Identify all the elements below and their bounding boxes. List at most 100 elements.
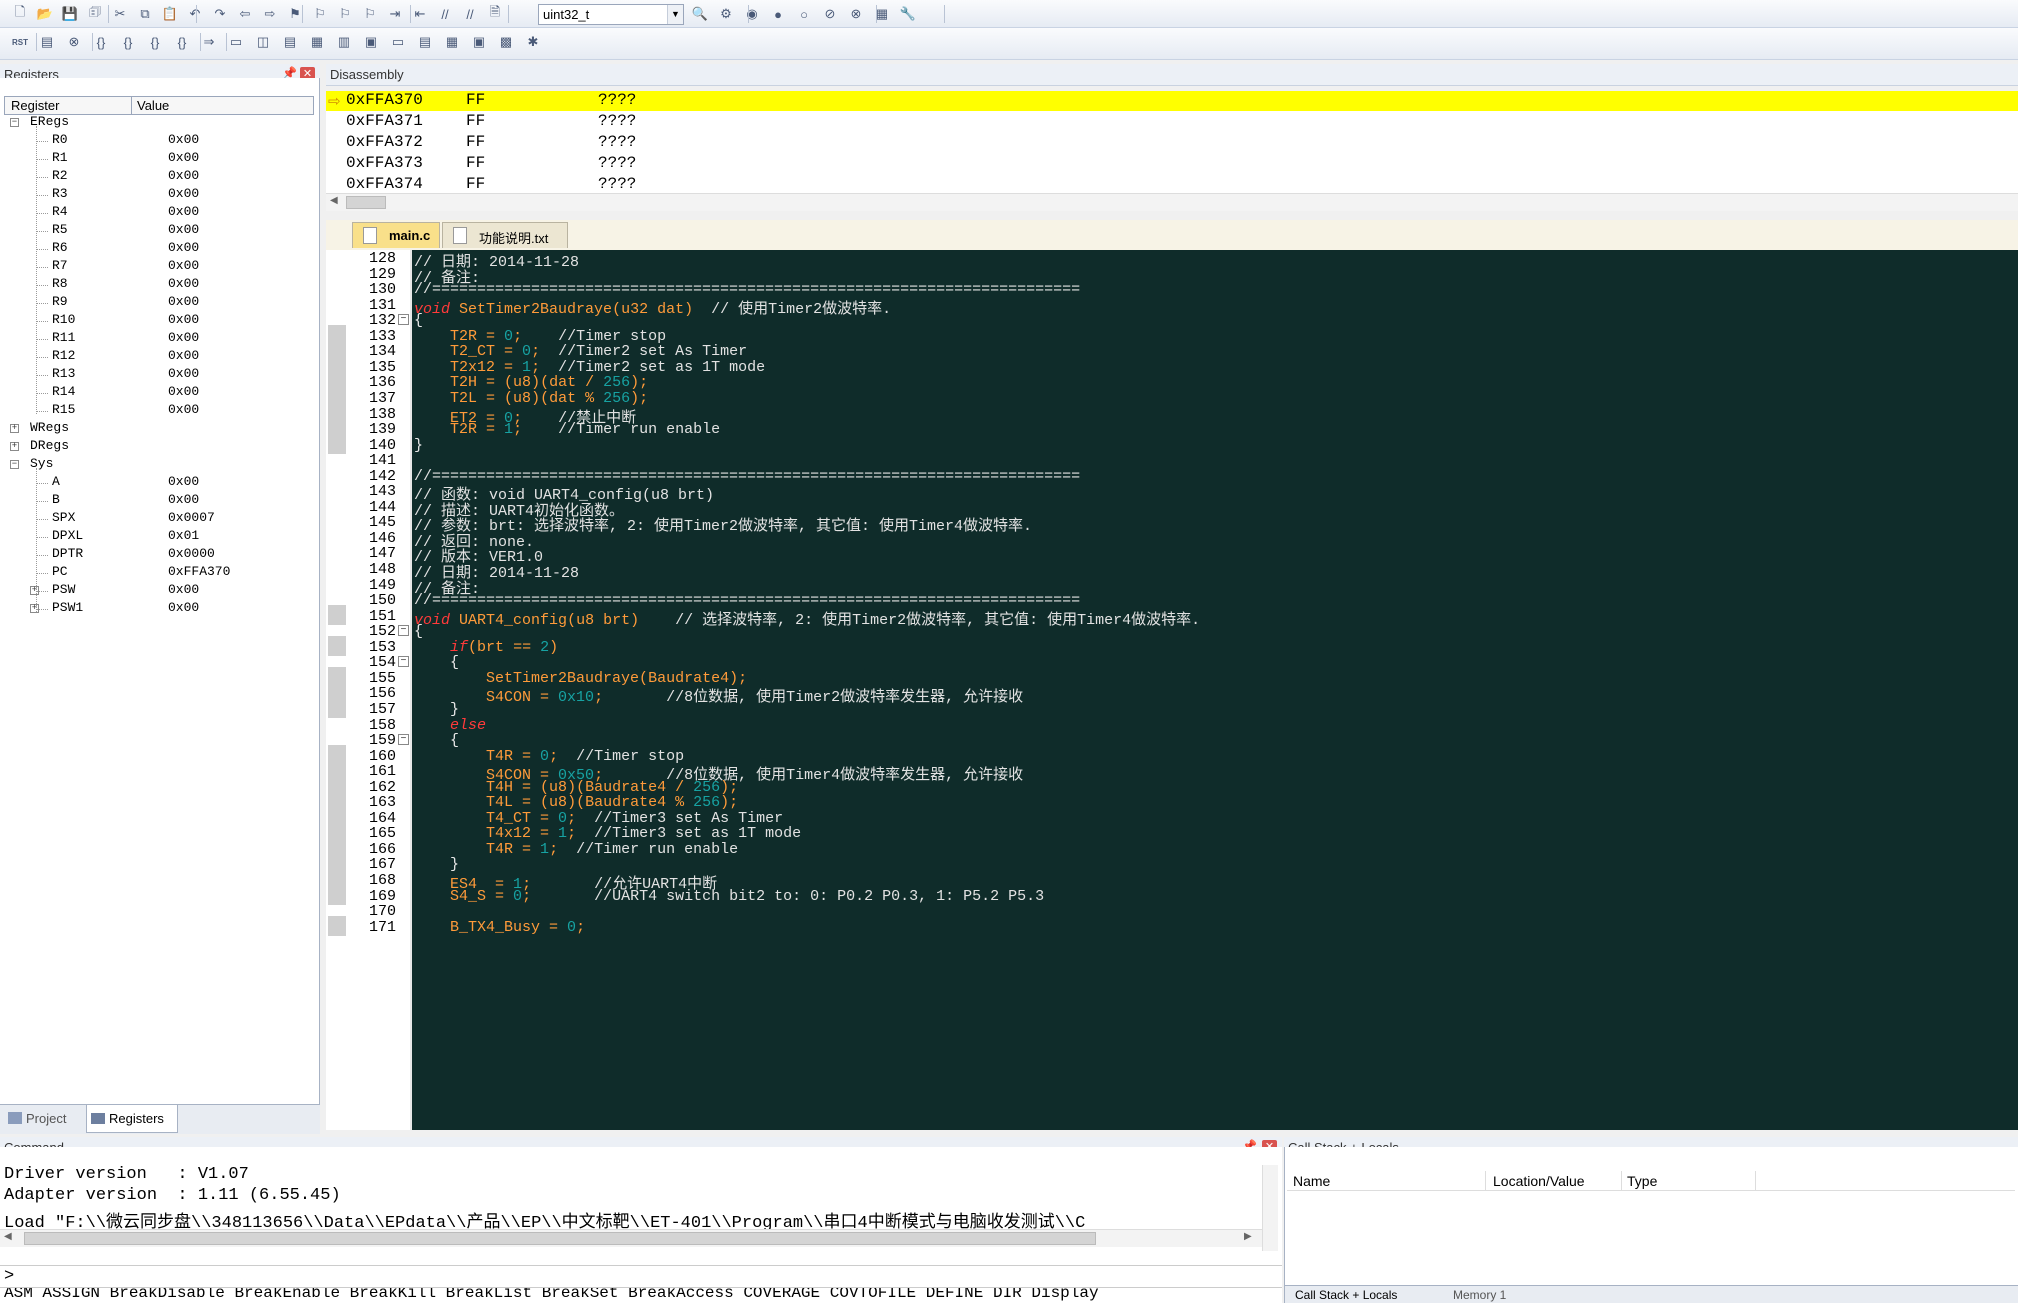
stop-icon[interactable]: ⊗ <box>64 32 84 52</box>
register-value[interactable]: 0x0007 <box>168 510 215 525</box>
breakpoint-kill-all-icon[interactable]: ⊗ <box>846 4 866 24</box>
breakpoint-icon[interactable]: ● <box>768 4 788 24</box>
breakpoint-margin[interactable] <box>328 635 346 656</box>
col-type[interactable]: Type <box>1627 1173 1657 1189</box>
tab-memory[interactable]: Memory 1 <box>1453 1288 1506 1302</box>
scroll-left-icon[interactable]: ◀ <box>330 195 338 206</box>
register-value[interactable]: 0x00 <box>168 312 199 327</box>
register-row[interactable]: R7 0x00 <box>0 258 316 276</box>
register-row[interactable]: R0 0x00 <box>0 132 316 150</box>
register-value[interactable]: 0x00 <box>168 582 199 597</box>
callstack-window[interactable]: Name Location/Value Type Call Stack + Lo… <box>1284 1147 2018 1303</box>
command-input[interactable]: > <box>0 1265 1282 1287</box>
register-row[interactable]: R15 0x00 <box>0 402 316 420</box>
command-hscrollbar[interactable]: ◀ ▶ <box>0 1229 1262 1247</box>
step-out-icon[interactable]: {} <box>145 32 165 52</box>
disassembly-view[interactable]: ⇨ 0xFFA370 FF???? 0xFFA371 FF???? 0xFFA372 FF… <box>326 91 2018 197</box>
register-row[interactable]: A 0x00 <box>0 474 316 492</box>
show-next-statement-icon[interactable]: ⇒ <box>199 32 219 52</box>
paste-icon[interactable]: 📋 <box>160 4 180 24</box>
forward-icon[interactable]: ⇨ <box>260 4 280 24</box>
register-value[interactable]: 0x00 <box>168 150 199 165</box>
register-row[interactable]: + PSW1 0x00 <box>0 600 316 618</box>
register-value[interactable]: 0x00 <box>168 600 199 615</box>
disassembly-row[interactable]: 0xFFA372 FF???? <box>346 133 2018 153</box>
reset-icon[interactable]: RST <box>10 32 30 52</box>
uncomment-icon[interactable]: // <box>460 4 480 24</box>
register-value[interactable]: 0x00 <box>168 204 199 219</box>
serial-windows-icon[interactable]: ▤ <box>415 32 435 52</box>
find-icon[interactable]: 🔍 <box>690 4 710 24</box>
register-row[interactable]: + PSW 0x00 <box>0 582 316 600</box>
find-in-files-icon[interactable]: 🗎 <box>485 4 505 24</box>
register-value[interactable]: 0x00 <box>168 384 199 399</box>
register-row[interactable]: R1 0x00 <box>0 150 316 168</box>
register-value[interactable]: 0x00 <box>168 402 199 417</box>
register-row[interactable]: R11 0x00 <box>0 330 316 348</box>
chevron-down-icon[interactable]: ▼ <box>667 5 683 24</box>
register-row[interactable]: R4 0x00 <box>0 204 316 222</box>
windows-icon[interactable]: ▦ <box>872 4 892 24</box>
collapse-icon[interactable]: − <box>398 625 409 637</box>
collapse-icon[interactable]: − <box>10 460 19 469</box>
register-value[interactable]: 0x00 <box>168 132 199 147</box>
col-register[interactable]: Register <box>11 98 59 113</box>
undo-icon[interactable]: ↶ <box>185 4 205 24</box>
register-value[interactable]: 0x00 <box>168 276 199 291</box>
bookmark-next-icon[interactable]: ⚐ <box>335 4 355 24</box>
register-value[interactable]: 0x00 <box>168 492 199 507</box>
disassembly-row[interactable]: 0xFFA370 FF???? <box>346 91 2018 111</box>
col-name[interactable]: Name <box>1293 1173 1330 1189</box>
save-icon[interactable]: 💾 <box>60 4 80 24</box>
tab-main-c[interactable]: main.c <box>352 222 440 248</box>
disassembly-row[interactable]: 0xFFA373 FF???? <box>346 154 2018 174</box>
redo-icon[interactable]: ↷ <box>210 4 230 24</box>
expand-icon[interactable]: + <box>10 424 19 433</box>
register-value[interactable]: 0x00 <box>168 258 199 273</box>
start-debug-icon[interactable]: ◉ <box>742 4 762 24</box>
register-row[interactable]: DPTR 0x0000 <box>0 546 316 564</box>
register-value[interactable]: 0x00 <box>168 168 199 183</box>
disassembly-row[interactable]: 0xFFA374 FF???? <box>346 175 2018 195</box>
register-value[interactable]: 0x00 <box>168 222 199 237</box>
new-file-icon[interactable]: 🗋 <box>10 4 30 24</box>
register-row[interactable]: R3 0x00 <box>0 186 316 204</box>
disassembly-row[interactable]: 0xFFA371 FF???? <box>346 112 2018 132</box>
breakpoint-margin[interactable] <box>328 697 346 718</box>
unindent-icon[interactable]: ⇤ <box>410 4 430 24</box>
symbols-window-icon[interactable]: ▤ <box>280 32 300 52</box>
breakpoint-margin[interactable] <box>328 884 346 905</box>
run-icon[interactable]: ▤ <box>37 32 57 52</box>
comment-icon[interactable]: // <box>435 4 455 24</box>
watch-windows-icon[interactable]: ▣ <box>361 32 381 52</box>
breakpoint-disable-icon[interactable]: ○ <box>794 4 814 24</box>
indent-icon[interactable]: ⇥ <box>385 4 405 24</box>
run-to-cursor-icon[interactable]: {} <box>172 32 192 52</box>
analysis-windows-icon[interactable]: ▦ <box>442 32 462 52</box>
tab-function-description[interactable]: 功能说明.txt <box>442 222 568 248</box>
step-over-icon[interactable]: {} <box>118 32 138 52</box>
back-icon[interactable]: ⇦ <box>235 4 255 24</box>
collapse-icon[interactable]: − <box>398 314 409 326</box>
call-stack-window-icon[interactable]: ▥ <box>334 32 354 52</box>
debug-settings-icon[interactable]: ⚙ <box>716 4 736 24</box>
register-row[interactable]: B 0x00 <box>0 492 316 510</box>
toolbox-icon[interactable]: ✱ <box>523 32 543 52</box>
register-value[interactable]: 0x00 <box>168 330 199 345</box>
hscroll-thumb[interactable] <box>24 1232 1096 1245</box>
bookmark-clear-icon[interactable]: ⚐ <box>360 4 380 24</box>
command-vscrollbar[interactable] <box>1262 1165 1278 1251</box>
register-value[interactable]: 0x00 <box>168 366 199 381</box>
col-location-value[interactable]: Location/Value <box>1493 1173 1585 1189</box>
register-row[interactable]: R14 0x00 <box>0 384 316 402</box>
breakpoint-margin[interactable] <box>328 915 346 936</box>
register-value[interactable]: 0x00 <box>168 294 199 309</box>
expand-icon[interactable]: + <box>10 442 19 451</box>
register-row[interactable]: SPX 0x0007 <box>0 510 316 528</box>
collapse-icon[interactable]: − <box>398 656 409 668</box>
tools-icon[interactable]: 🔧 <box>898 4 918 24</box>
collapse-icon[interactable]: − <box>398 734 409 746</box>
scroll-left-icon[interactable]: ◀ <box>4 1231 12 1242</box>
disassembly-hscrollbar[interactable]: ◀ <box>326 193 2018 211</box>
open-icon[interactable]: 📂 <box>35 4 55 24</box>
